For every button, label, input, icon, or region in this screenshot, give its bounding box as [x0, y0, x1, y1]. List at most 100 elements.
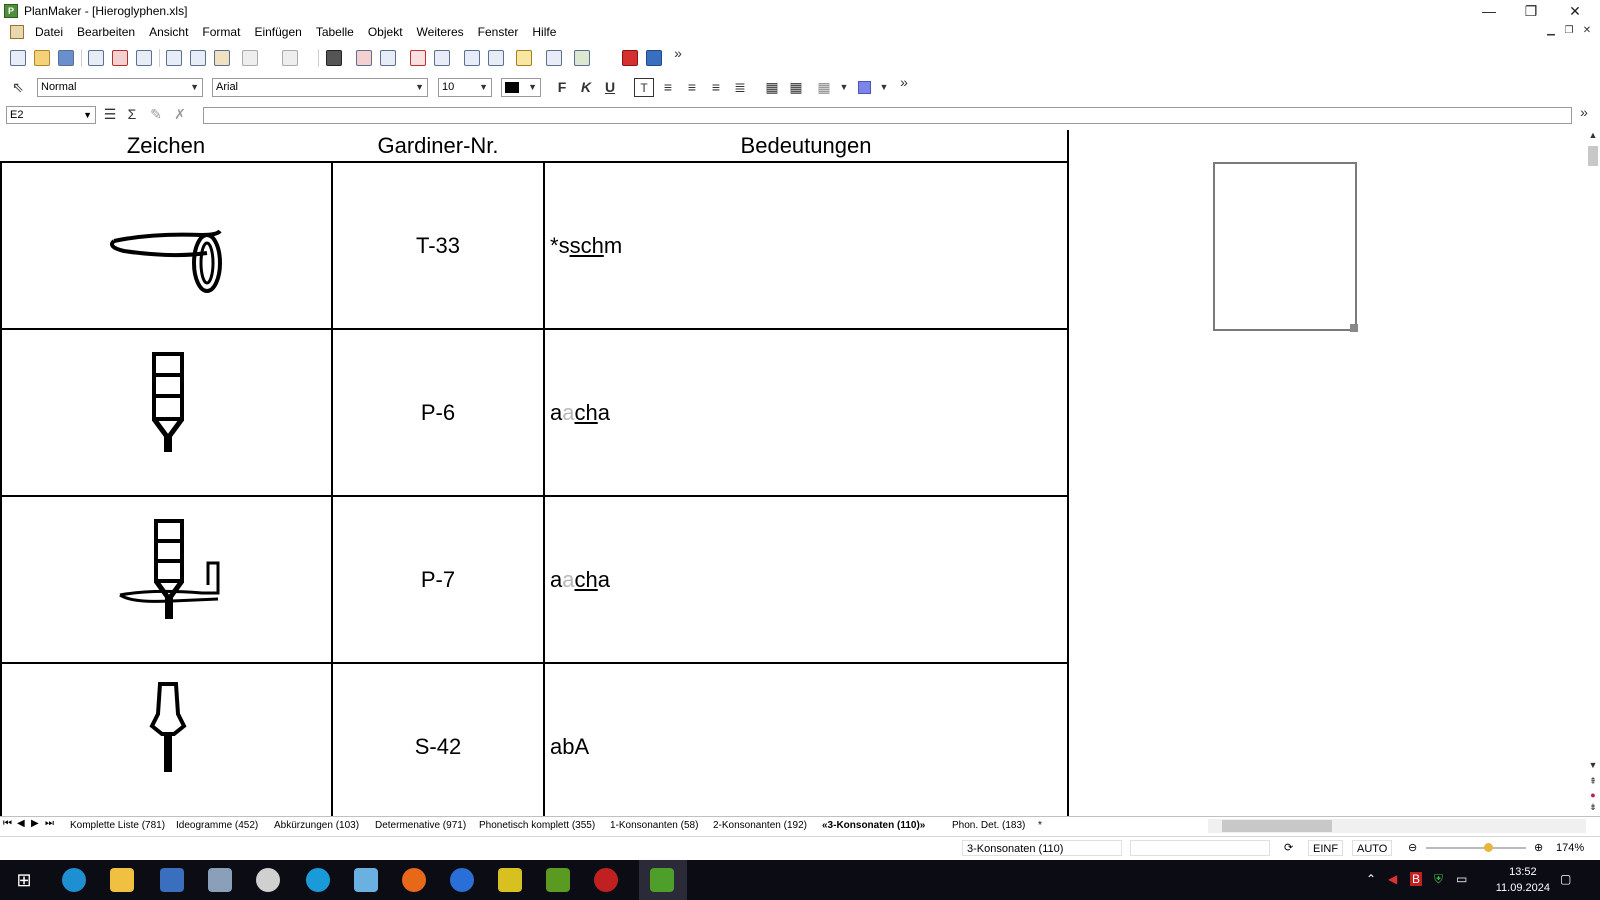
zoom-in-icon[interactable]: ⊕	[1530, 840, 1547, 856]
print-preview-icon[interactable]	[134, 48, 154, 68]
meaning-cell[interactable]: aacha	[545, 330, 1067, 495]
borders-dropdown-icon[interactable]: ▼	[834, 78, 854, 97]
menu-fenster[interactable]: Fenster	[471, 22, 526, 42]
font-color-select[interactable]: ▼	[501, 78, 541, 97]
gardiner-cell[interactable]: S-42	[333, 664, 543, 816]
print-icon[interactable]	[86, 48, 106, 68]
meaning-cell[interactable]: *sschm	[545, 163, 1067, 328]
menu-datei[interactable]: Datei	[28, 22, 70, 42]
calculator-icon[interactable]	[160, 868, 184, 892]
sheet-tab[interactable]: Determenative (971)	[371, 818, 470, 834]
text-frame-icon[interactable]	[408, 48, 428, 68]
formula-input[interactable]	[203, 107, 1572, 124]
file-explorer-icon[interactable]	[110, 868, 134, 892]
last-sheet-icon[interactable]: ⏭	[45, 818, 54, 829]
edge-browser-icon[interactable]	[62, 868, 86, 892]
glyph-cell[interactable]	[2, 330, 331, 495]
italic-button[interactable]: K	[576, 78, 596, 97]
paint-icon[interactable]	[256, 868, 280, 892]
cell-reference-box[interactable]: E2 ▼	[6, 106, 96, 124]
paste-icon[interactable]	[212, 48, 232, 68]
new-sheet-tab[interactable]: *	[1034, 818, 1046, 834]
sum-icon[interactable]: Σ	[122, 105, 142, 124]
antivirus-icon[interactable]: B	[1410, 872, 1423, 886]
zoom-level[interactable]: 174%	[1552, 840, 1588, 856]
doc-minimize-icon[interactable]: ▁	[1542, 25, 1560, 39]
underline-button[interactable]: U	[600, 78, 620, 97]
insert-chart-icon[interactable]	[354, 48, 374, 68]
sheet-tab[interactable]: Phonetisch komplett (355)	[475, 818, 599, 834]
borders-icon[interactable]	[462, 48, 482, 68]
notes-app-icon[interactable]	[354, 868, 378, 892]
cell-borders-icon[interactable]: ▦	[814, 78, 834, 97]
menu-format[interactable]: Format	[195, 22, 247, 42]
menu-tabelle[interactable]: Tabelle	[309, 22, 361, 42]
format-more-icon[interactable]: »	[894, 73, 914, 92]
sheet-tab[interactable]: Abkürzungen (103)	[270, 818, 363, 834]
selected-shape-frame[interactable]	[1213, 162, 1357, 331]
zoom-icon[interactable]	[378, 48, 398, 68]
page-down-icon[interactable]: ⇟	[1586, 802, 1600, 813]
menu-hilfe[interactable]: Hilfe	[525, 22, 563, 42]
confirm-icon[interactable]: ✎	[146, 105, 166, 124]
browse-object-icon[interactable]: ●	[1586, 790, 1600, 800]
sheet-tab[interactable]: Komplette Liste (781)	[66, 818, 169, 834]
zoom-slider-knob[interactable]	[1484, 843, 1493, 852]
doc-restore-icon[interactable]: ❐	[1560, 25, 1578, 39]
next-sheet-icon[interactable]: ▶	[31, 818, 39, 829]
cancel-icon[interactable]: ✗	[170, 105, 190, 124]
status-insert-mode[interactable]: EINF	[1308, 840, 1344, 856]
pdf-red-icon[interactable]	[620, 48, 640, 68]
copy-icon[interactable]	[188, 48, 208, 68]
resize-handle[interactable]	[1350, 324, 1358, 332]
network-icon[interactable]: ▭	[1456, 872, 1467, 886]
red-app-icon[interactable]	[594, 868, 618, 892]
horizontal-scroll-thumb[interactable]	[1222, 820, 1332, 832]
prev-sheet-icon[interactable]: ◀	[17, 818, 25, 829]
select-pointer-icon[interactable]: ⇖	[8, 78, 28, 97]
minimize-button[interactable]: —	[1466, 0, 1512, 22]
menu-weiteres[interactable]: Weiteres	[410, 22, 471, 42]
recalc-icon[interactable]: ⟳	[1280, 840, 1300, 856]
skype-icon[interactable]	[306, 868, 330, 892]
currency-format-icon[interactable]: ▦	[786, 78, 806, 97]
glyph-cell[interactable]	[2, 497, 331, 662]
shading-icon[interactable]	[486, 48, 506, 68]
sheet-tab[interactable]: 2-Konsonanten (192)	[709, 818, 811, 834]
style-select[interactable]: Normal ▼	[37, 78, 203, 97]
notification-icon[interactable]: ▢	[1560, 872, 1571, 886]
gardiner-cell[interactable]: P-6	[333, 330, 543, 495]
sheet-tab[interactable]: Phon. Det. (183)	[948, 818, 1029, 834]
speaker-muted-icon[interactable]: ◀	[1388, 872, 1397, 886]
doc-close-icon[interactable]: ✕	[1578, 25, 1596, 39]
menu-lines-icon[interactable]: ☰	[100, 105, 120, 124]
meaning-cell[interactable]: abA	[545, 664, 1067, 816]
page-up-icon[interactable]: ⇞	[1586, 776, 1600, 787]
font-size-select[interactable]: 10 ▼	[438, 78, 492, 97]
menu-einfuegen[interactable]: Einfügen	[247, 22, 308, 42]
align-left-icon[interactable]: ≡	[658, 78, 678, 97]
gardiner-cell[interactable]: P-7	[333, 497, 543, 662]
zoom-slider[interactable]	[1426, 843, 1526, 852]
formula-expand-icon[interactable]: »	[1574, 103, 1594, 122]
menu-objekt[interactable]: Objekt	[361, 22, 410, 42]
restore-button[interactable]: ❐	[1508, 0, 1554, 22]
document-icon[interactable]	[10, 25, 24, 39]
bold-button[interactable]: F	[552, 78, 572, 97]
table-icon[interactable]	[544, 48, 564, 68]
close-button[interactable]: ✕	[1552, 0, 1598, 22]
game-app-icon[interactable]	[546, 868, 570, 892]
horizontal-scrollbar[interactable]	[1208, 819, 1586, 833]
presentation-icon[interactable]	[644, 48, 664, 68]
text-wrap-icon[interactable]: T	[634, 78, 654, 97]
new-file-icon[interactable]	[8, 48, 28, 68]
frame-icon[interactable]	[432, 48, 452, 68]
status-calc-mode[interactable]: AUTO	[1352, 840, 1393, 856]
menu-ansicht[interactable]: Ansicht	[142, 22, 195, 42]
undo-icon[interactable]	[240, 48, 260, 68]
gardiner-cell[interactable]: T-33	[333, 163, 543, 328]
menu-bearbeiten[interactable]: Bearbeiten	[70, 22, 142, 42]
tray-overflow-icon[interactable]: ⌃	[1366, 872, 1376, 886]
glyph-cell[interactable]	[2, 664, 331, 816]
font-select[interactable]: Arial ▼	[212, 78, 428, 97]
